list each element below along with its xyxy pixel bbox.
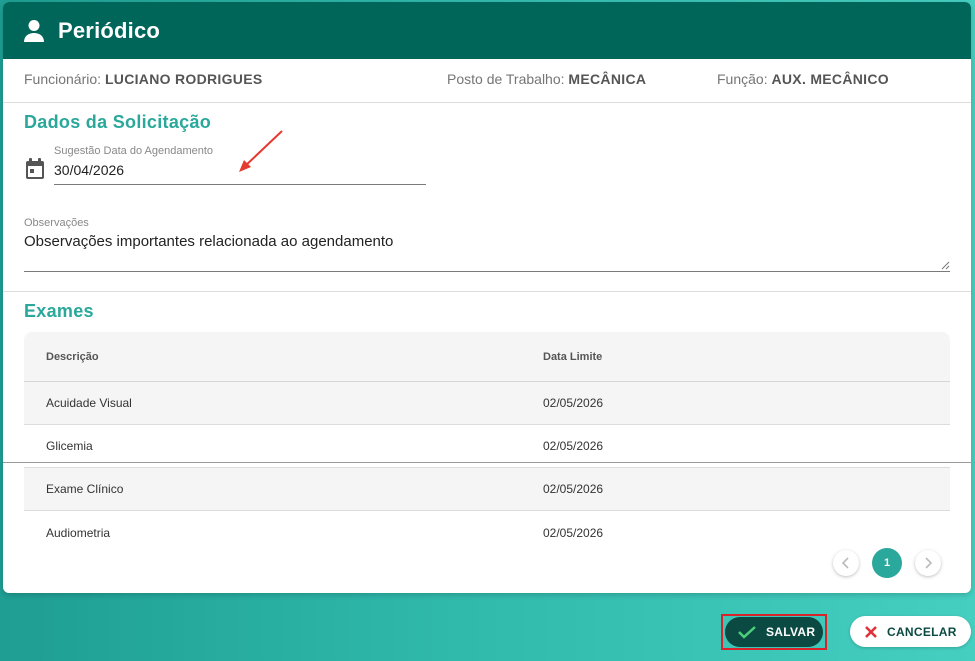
page-title: Periódico [58,17,161,43]
table-row[interactable]: Audiometria 02/05/2026 [24,511,950,554]
exam-description: Glicemia [46,439,93,453]
date-field[interactable]: 30/04/2026 [54,162,124,178]
card-header: Periódico [3,2,971,59]
table-row[interactable]: Acuidade Visual 02/05/2026 [24,382,950,425]
exam-deadline: 02/05/2026 [543,525,604,540]
chevron-left-icon [841,557,849,569]
next-page-button[interactable] [915,550,941,576]
close-icon [865,625,877,638]
workstation-label: Posto de Trabalho: [447,71,565,87]
employee-info-row: Funcionário: LUCIANO RODRIGUES Posto de … [3,59,971,103]
calendar-icon[interactable] [25,158,45,180]
column-header-description[interactable]: Descrição [46,351,99,363]
notes-field-label: Observações [24,217,89,229]
exams-table: Descrição Data Limite Acuidade Visual 02… [24,332,950,554]
save-button[interactable]: SALVAR [725,617,823,647]
employee-label: Funcionário: [24,71,102,87]
exam-description: Audiometria [46,525,111,540]
role-value: AUX. MECÂNICO [771,71,889,87]
role-info: Função: AUX. MECÂNICO [717,71,889,87]
exam-description: Acuidade Visual [46,396,132,410]
cancel-button-label: CANCELAR [887,624,957,639]
user-icon [23,19,45,43]
resize-handle-icon[interactable] [940,260,950,270]
notes-field[interactable]: Observações importantes relacionada ao a… [24,233,393,250]
current-page-button[interactable]: 1 [872,548,902,578]
employee-info: Funcionário: LUCIANO RODRIGUES [24,71,263,87]
workstation-info: Posto de Trabalho: MECÂNICA [447,71,646,87]
chevron-right-icon [925,557,933,569]
section-divider [3,291,971,292]
table-header: Descrição Data Limite [24,332,950,382]
employee-value: LUCIANO RODRIGUES [104,71,263,87]
column-header-deadline[interactable]: Data Limite [543,351,602,363]
workstation-value: MECÂNICA [568,71,647,87]
table-row[interactable]: Exame Clínico 02/05/2026 [24,468,950,511]
role-label: Função: [717,71,768,87]
save-button-label: SALVAR [766,625,816,639]
cancel-button[interactable]: CANCELAR [850,616,971,647]
exam-deadline: 02/05/2026 [543,439,604,453]
previous-page-button[interactable] [833,550,859,576]
exam-deadline: 02/05/2026 [543,482,604,496]
check-icon [738,626,756,639]
exam-deadline: 02/05/2026 [543,396,604,410]
scroll-divider [3,462,971,463]
notes-field-underline [24,271,950,272]
exam-description: Exame Clínico [46,482,124,496]
request-section-title: Dados da Solicitação [24,112,212,132]
date-field-label: Sugestão Data do Agendamento [54,145,214,157]
exams-section-title: Exames [24,301,94,321]
annotation-arrow [239,130,283,172]
periodic-card: Periódico Funcionário: LUCIANO RODRIGUES… [3,2,971,593]
date-field-underline [54,184,426,185]
